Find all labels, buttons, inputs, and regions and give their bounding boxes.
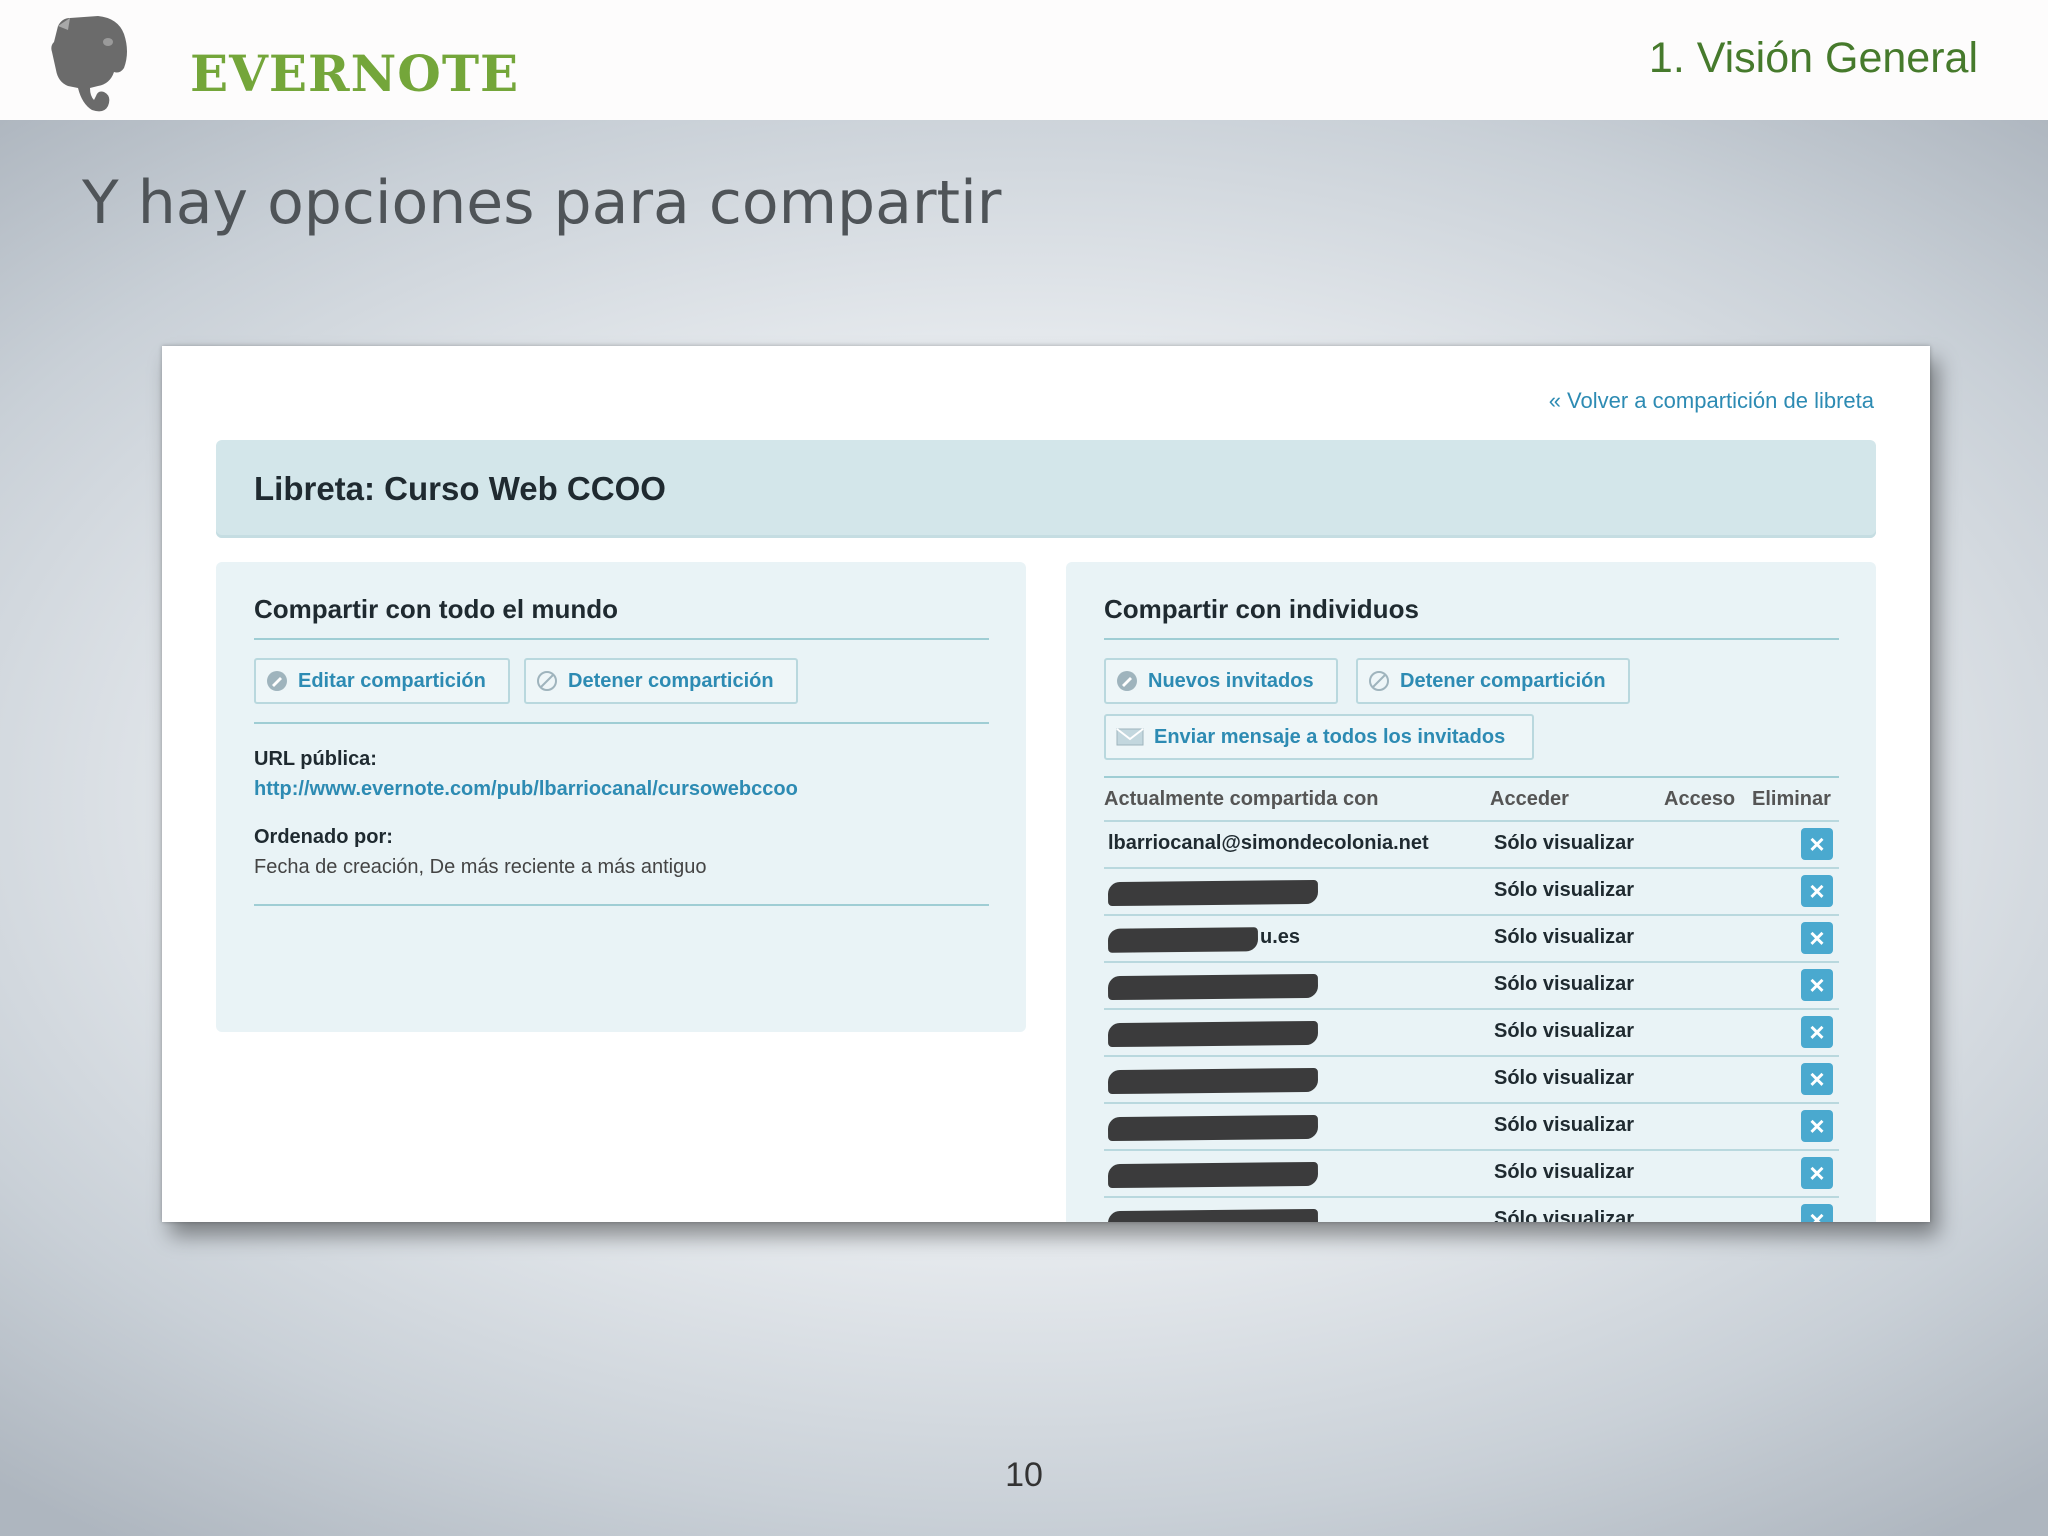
col-access-level: Acceder — [1490, 788, 1569, 810]
message-all-invitees-label: Enviar mensaje a todos los invitados — [1154, 725, 1506, 748]
divider — [254, 638, 989, 640]
stop-sharing-individuals-button[interactable]: Detener compartición — [1356, 658, 1630, 704]
stop-sharing-individuals-label: Detener compartición — [1400, 669, 1606, 692]
delete-icon[interactable]: × — [1801, 969, 1833, 1001]
redaction-mark — [1107, 927, 1259, 953]
share-world-heading: Compartir con todo el mundo — [254, 594, 618, 624]
divider — [254, 904, 989, 906]
share-individuals-heading: Compartir con individuos — [1104, 594, 1419, 624]
message-all-invitees-button[interactable]: Enviar mensaje a todos los invitados — [1104, 714, 1534, 760]
row-access: Sólo visualizar — [1494, 879, 1635, 901]
evernote-logo: EVERNOTE — [48, 12, 518, 116]
sort-order-value: Fecha de creación, De más reciente a más… — [254, 856, 707, 878]
redaction-mark — [1107, 879, 1319, 907]
col-delete: Eliminar — [1752, 788, 1831, 810]
table-row: Sólo visualizar × — [1104, 1008, 1839, 1056]
new-invitees-label: Nuevos invitados — [1148, 669, 1314, 692]
edit-sharing-label: Editar compartición — [298, 669, 486, 692]
col-access: Acceso — [1664, 788, 1736, 810]
stop-icon — [537, 671, 557, 691]
notebook-header: Libreta: Curso Web CCOO — [216, 440, 1876, 538]
table-row: Sólo visualizar × — [1104, 867, 1839, 915]
notebook-title: Libreta: Curso Web CCOO — [254, 470, 666, 507]
row-access: Sólo visualizar — [1494, 1020, 1635, 1042]
edit-sharing-button[interactable]: Editar compartición — [254, 658, 510, 704]
row-access: Sólo visualizar — [1494, 1208, 1635, 1222]
redaction-mark — [1107, 1161, 1319, 1189]
pencil-icon — [267, 671, 287, 691]
pencil-icon — [1117, 671, 1137, 691]
sort-order-label: Ordenado por: — [254, 826, 393, 848]
slide-title: Y hay opciones para compartir — [82, 168, 1002, 238]
redaction-mark — [1107, 1067, 1319, 1095]
redaction-mark — [1107, 973, 1319, 1001]
delete-icon[interactable]: × — [1801, 1063, 1833, 1095]
section-title: 1. Visión General — [1648, 34, 1978, 82]
row-access: Sólo visualizar — [1494, 1161, 1635, 1183]
delete-icon[interactable]: × — [1801, 1016, 1833, 1048]
table-row: Sólo visualizar × — [1104, 1196, 1839, 1222]
elephant-icon — [51, 16, 128, 112]
row-access: Sólo visualizar — [1494, 1067, 1635, 1089]
slide-header: EVERNOTE 1. Visión General — [0, 0, 2048, 120]
redaction-mark — [1107, 1208, 1319, 1222]
table-row: u.es Sólo visualizar × — [1104, 914, 1839, 962]
table-row: Sólo visualizar × — [1104, 961, 1839, 1009]
divider — [1104, 638, 1839, 640]
envelope-icon — [1116, 728, 1144, 746]
delete-icon[interactable]: × — [1801, 875, 1833, 907]
stop-icon — [1369, 671, 1389, 691]
table-row: Sólo visualizar × — [1104, 1102, 1839, 1150]
row-access: Sólo visualizar — [1494, 926, 1635, 948]
shared-table-header: Actualmente compartida con Acceder Acces… — [1104, 788, 1839, 818]
redaction-mark — [1107, 1114, 1319, 1142]
stop-sharing-world-button[interactable]: Detener compartición — [524, 658, 798, 704]
public-url-label: URL pública: — [254, 748, 377, 770]
new-invitees-button[interactable]: Nuevos invitados — [1104, 658, 1338, 704]
table-row: Sólo visualizar × — [1104, 1055, 1839, 1103]
delete-icon[interactable]: × — [1801, 922, 1833, 954]
table-row: Sólo visualizar × — [1104, 1149, 1839, 1197]
table-row: lbarriocanal@simondecolonia.net Sólo vis… — [1104, 820, 1839, 868]
divider — [254, 722, 989, 724]
sharing-screenshot: « Volver a compartición de libreta Libre… — [162, 346, 1930, 1222]
share-individuals-panel: Compartir con individuos Nuevos invitado… — [1066, 562, 1876, 1222]
row-access: Sólo visualizar — [1494, 973, 1635, 995]
redaction-mark — [1107, 1020, 1319, 1048]
delete-icon[interactable]: × — [1801, 828, 1833, 860]
divider — [1104, 776, 1839, 778]
row-access: Sólo visualizar — [1494, 832, 1635, 854]
delete-icon[interactable]: × — [1801, 1204, 1833, 1222]
share-world-panel: Compartir con todo el mundo Editar compa… — [216, 562, 1026, 1032]
row-email: u.es — [1260, 926, 1301, 948]
delete-icon[interactable]: × — [1801, 1157, 1833, 1189]
public-url-link[interactable]: http://www.evernote.com/pub/lbarriocanal… — [254, 778, 798, 801]
stop-sharing-world-label: Detener compartición — [568, 669, 774, 692]
row-email: lbarriocanal@simondecolonia.net — [1108, 832, 1429, 854]
page-number: 10 — [1005, 1456, 1043, 1494]
row-access: Sólo visualizar — [1494, 1114, 1635, 1136]
delete-icon[interactable]: × — [1801, 1110, 1833, 1142]
evernote-wordmark: EVERNOTE — [190, 44, 520, 103]
col-shared-with: Actualmente compartida con — [1104, 788, 1379, 810]
back-to-sharing-link[interactable]: « Volver a compartición de libreta — [1549, 388, 1874, 414]
